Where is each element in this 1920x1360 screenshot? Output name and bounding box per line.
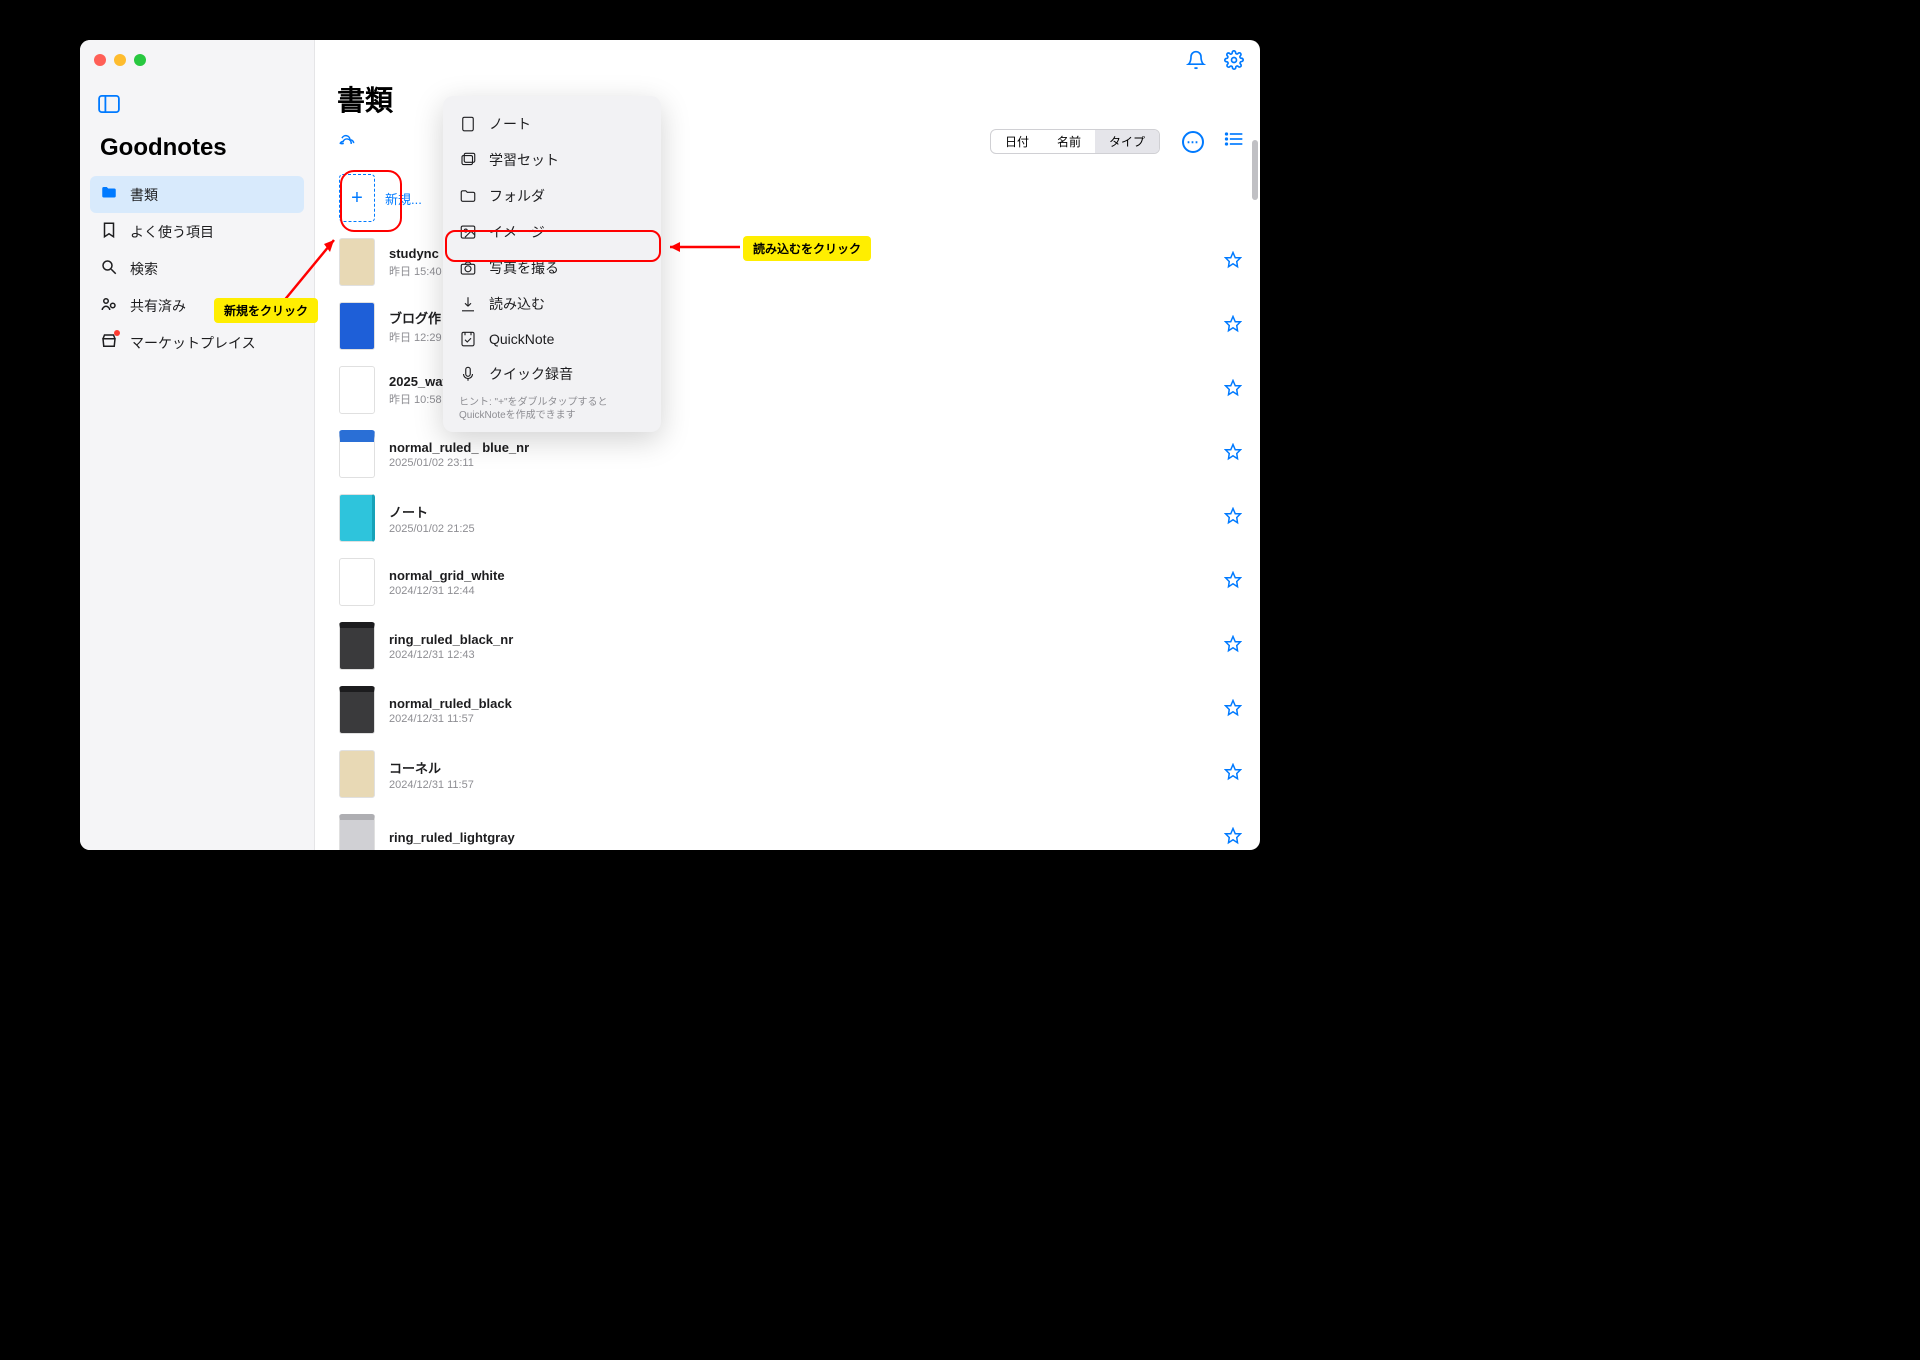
document-row[interactable]: ノート 2025/01/02 21:25 <box>315 486 1260 550</box>
sidebar-item-marketplace[interactable]: マーケットプレイス <box>90 324 304 361</box>
app-title: Goodnotes <box>80 134 314 176</box>
favorite-star-icon[interactable] <box>1224 699 1242 722</box>
menu-item-take-photo[interactable]: 写真を撮る <box>449 250 655 286</box>
search-icon <box>100 258 118 279</box>
document-title: ring_ruled_lightgray <box>389 830 1210 845</box>
favorite-star-icon[interactable] <box>1224 571 1242 594</box>
favorite-star-icon[interactable] <box>1224 315 1242 338</box>
document-meta: 2024/12/31 12:44 <box>389 585 1210 597</box>
document-thumbnail <box>339 622 375 670</box>
document-info: ring_ruled_black_nr 2024/12/31 12:43 <box>389 632 1210 661</box>
fullscreen-icon[interactable] <box>134 54 146 66</box>
bookmark-icon <box>100 221 118 242</box>
dropdown-hint: ヒント: "+"をダブルタップするとQuickNoteを作成できます <box>449 392 655 424</box>
favorite-star-icon[interactable] <box>1224 507 1242 530</box>
sidebar-toggle-icon[interactable] <box>98 95 120 118</box>
plus-icon: + <box>339 174 375 222</box>
menu-item-image[interactable]: イメージ <box>449 214 655 250</box>
document-row[interactable]: normal_ruled_black 2024/12/31 11:57 <box>315 678 1260 742</box>
menu-item-import[interactable]: 読み込む <box>449 286 655 322</box>
shared-icon <box>100 295 118 316</box>
favorite-star-icon[interactable] <box>1224 443 1242 466</box>
document-info: normal_grid_white 2024/12/31 12:44 <box>389 568 1210 597</box>
new-label: 新規... <box>385 189 422 208</box>
document-thumbnail <box>339 494 375 542</box>
document-title: normal_ruled_ blue_nr <box>389 440 1210 455</box>
document-title: ノート <box>389 502 1210 521</box>
menu-item-label: 学習セット <box>489 150 559 170</box>
document-meta: 2024/12/31 11:57 <box>389 713 1210 725</box>
gear-icon[interactable] <box>1224 50 1244 75</box>
close-icon[interactable] <box>94 54 106 66</box>
document-title: コーネル <box>389 758 1210 777</box>
sidebar-item-label: よく使う項目 <box>130 222 214 242</box>
marketplace-icon <box>100 332 118 353</box>
document-info: ring_ruled_lightgray <box>389 830 1210 847</box>
document-title: normal_ruled_black <box>389 696 1210 711</box>
menu-item-study-set[interactable]: 学習セット <box>449 142 655 178</box>
menu-item-label: 読み込む <box>489 294 545 314</box>
document-thumbnail <box>339 430 375 478</box>
document-meta: 2024/12/31 12:43 <box>389 649 1210 661</box>
cloud-sync-icon[interactable] <box>337 131 357 152</box>
document-title: ring_ruled_black_nr <box>389 632 1210 647</box>
sidebar-item-folder[interactable]: 書類 <box>90 176 304 213</box>
sort-option-1[interactable]: 名前 <box>1043 130 1095 153</box>
document-thumbnail <box>339 686 375 734</box>
sort-option-2[interactable]: タイプ <box>1095 130 1159 153</box>
menu-item-label: イメージ <box>489 222 545 242</box>
sidebar: Goodnotes 書類よく使う項目検索共有済みマーケットプレイス <box>80 40 315 850</box>
folder-icon <box>100 184 118 205</box>
document-info: ノート 2025/01/02 21:25 <box>389 502 1210 535</box>
annotation-arrow-import <box>662 238 742 256</box>
document-info: normal_ruled_ blue_nr 2025/01/02 23:11 <box>389 440 1210 469</box>
more-options-button[interactable]: ⋯ <box>1182 131 1204 153</box>
menu-item-folder[interactable]: フォルダ <box>449 178 655 214</box>
menu-item-label: クイック録音 <box>489 364 573 384</box>
document-row[interactable]: ring_ruled_lightgray <box>315 806 1260 850</box>
favorite-star-icon[interactable] <box>1224 763 1242 786</box>
sort-option-0[interactable]: 日付 <box>991 130 1043 153</box>
sidebar-item-label: 検索 <box>130 259 158 279</box>
sidebar-item-label: 共有済み <box>130 296 186 316</box>
sidebar-item-label: マーケットプレイス <box>130 333 256 353</box>
annotation-bubble-new: 新規をクリック <box>214 298 318 323</box>
favorite-star-icon[interactable] <box>1224 379 1242 402</box>
bell-icon[interactable] <box>1186 50 1206 75</box>
app-window: Goodnotes 書類よく使う項目検索共有済みマーケットプレイス 書類 日付名… <box>80 40 1260 850</box>
favorite-star-icon[interactable] <box>1224 827 1242 850</box>
document-thumbnail <box>339 750 375 798</box>
document-row[interactable]: ring_ruled_black_nr 2024/12/31 12:43 <box>315 614 1260 678</box>
document-info: コーネル 2024/12/31 11:57 <box>389 758 1210 791</box>
minimize-icon[interactable] <box>114 54 126 66</box>
sort-segmented-control[interactable]: 日付名前タイプ <box>990 129 1160 154</box>
document-row[interactable]: normal_grid_white 2024/12/31 12:44 <box>315 550 1260 614</box>
scrollbar[interactable] <box>1252 140 1258 200</box>
menu-item-label: 写真を撮る <box>489 258 559 278</box>
sidebar-item-label: 書類 <box>130 185 158 205</box>
menu-item-label: QuickNote <box>489 331 554 347</box>
favorite-star-icon[interactable] <box>1224 635 1242 658</box>
traffic-lights[interactable] <box>94 54 146 66</box>
document-thumbnail <box>339 366 375 414</box>
document-thumbnail <box>339 814 375 850</box>
document-title: normal_grid_white <box>389 568 1210 583</box>
document-info: normal_ruled_black 2024/12/31 11:57 <box>389 696 1210 725</box>
new-dropdown-menu: ノート学習セットフォルダイメージ写真を撮る読み込む QuickNote クイック録音… <box>443 96 661 432</box>
document-row[interactable]: コーネル 2024/12/31 11:57 <box>315 742 1260 806</box>
document-meta: 2025/01/02 21:25 <box>389 523 1210 535</box>
list-view-icon[interactable] <box>1224 130 1244 153</box>
document-thumbnail <box>339 558 375 606</box>
menu-item-label: フォルダ <box>489 186 545 206</box>
menu-item-label: ノート <box>489 114 531 134</box>
document-meta: 2025/01/02 23:11 <box>389 457 1210 469</box>
document-meta: 2024/12/31 11:57 <box>389 779 1210 791</box>
annotation-bubble-import: 読み込むをクリック <box>743 236 871 261</box>
menu-item-note[interactable]: ノート <box>449 106 655 142</box>
topbar <box>315 40 1260 75</box>
menu-item-quick-record[interactable]: クイック録音 <box>449 356 655 392</box>
menu-item-quicknote[interactable]: QuickNote <box>449 322 655 356</box>
favorite-star-icon[interactable] <box>1224 251 1242 274</box>
